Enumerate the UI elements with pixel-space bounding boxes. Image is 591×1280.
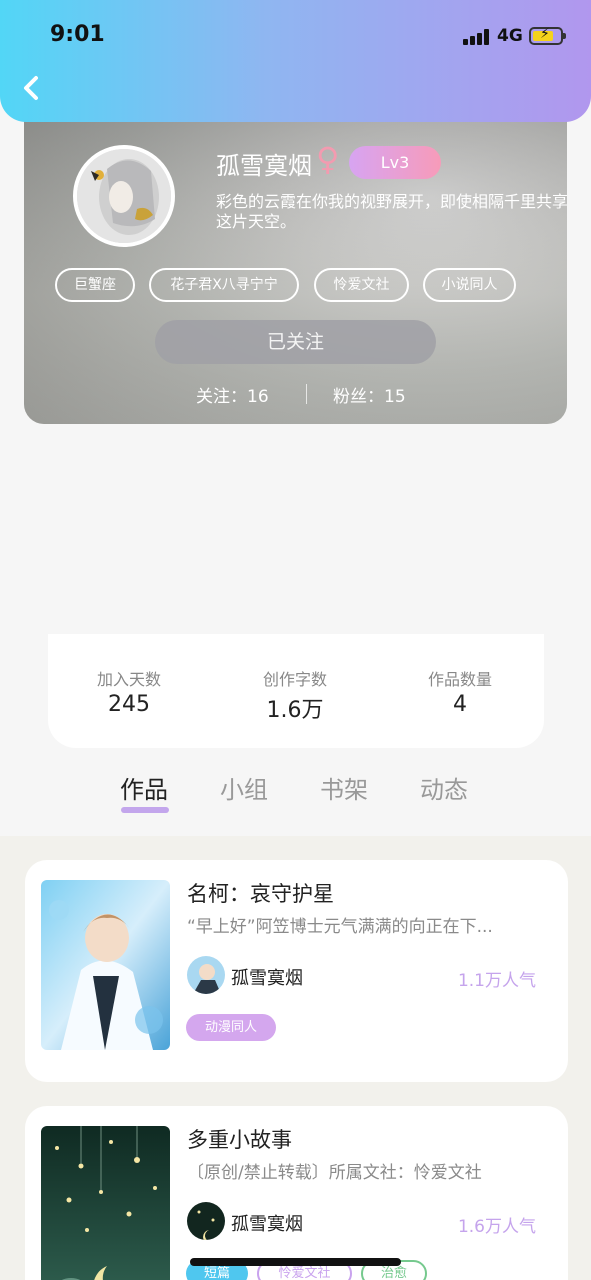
popularity: 1.1万人气	[457, 971, 536, 991]
following-stat[interactable]: 关注：16	[196, 382, 269, 407]
back-button[interactable]	[16, 70, 48, 106]
creation-stats-card: 加入天数 245 创作字数 1.6万 作品数量 4	[48, 634, 544, 748]
profile-page: 9:01 4G ⚡ 孤雪寞烟 ♀ Lv3 彩色的云霞在你我的视野展开，即使相隔千…	[0, 0, 591, 1280]
work-tag: 动漫同人	[186, 1014, 276, 1041]
status-time: 9:01	[50, 22, 105, 47]
network-type: 4G	[497, 26, 523, 46]
stat-works-count: 作品数量 4	[390, 666, 530, 717]
battery-icon: ⚡	[529, 26, 566, 45]
cover-image	[41, 1126, 170, 1280]
level-badge: Lv3	[349, 146, 441, 179]
bio: 彩色的云霞在你我的视野展开，即使相隔千里共享这片天空。	[216, 192, 567, 231]
tab-works[interactable]: 作品	[120, 770, 168, 805]
work-cover[interactable]	[41, 880, 170, 1050]
following-label: 关注：	[196, 387, 247, 407]
cover-image	[41, 880, 170, 1050]
work-title: 名柯：哀守护星	[187, 882, 334, 906]
divider	[306, 384, 307, 404]
follow-button[interactable]: 已关注	[155, 320, 436, 364]
author-avatar	[187, 956, 225, 994]
nickname: 孤雪寞烟	[216, 152, 312, 180]
work-summary: “早上好”阿笠博士元气满满的向正在下...	[187, 917, 493, 937]
tag-item[interactable]: 巨蟹座	[55, 268, 135, 302]
followers-label: 粉丝：	[333, 387, 384, 407]
work-summary: 〔原创/禁止转载〕所属文社：怜爱文社	[187, 1163, 482, 1183]
works-list: 名柯：哀守护星 “早上好”阿笠博士元气满满的向正在下... 孤雪寞烟 1.1万人…	[0, 836, 591, 1280]
stat-value: 1.6万	[266, 698, 324, 723]
author-name: 孤雪寞烟	[231, 968, 303, 989]
stat-value: 4	[453, 692, 467, 717]
stat-label: 创作字数	[262, 670, 327, 689]
work-title: 多重小故事	[187, 1128, 292, 1152]
home-indicator	[190, 1258, 401, 1266]
followers-count: 15	[384, 387, 406, 407]
stat-value: 245	[108, 692, 150, 717]
female-symbol-icon: ♀	[316, 140, 340, 178]
tab-bookshelf[interactable]: 书架	[320, 770, 368, 805]
stat-label: 作品数量	[427, 670, 492, 689]
tab-groups[interactable]: 小组	[220, 770, 268, 805]
header-bar: 9:01 4G ⚡	[0, 0, 591, 122]
profile-card: 孤雪寞烟 ♀ Lv3 彩色的云霞在你我的视野展开，即使相隔千里共享这片天空。 巨…	[24, 100, 567, 424]
tag-item[interactable]: 怜爱文社	[314, 268, 409, 302]
signal-icon	[463, 29, 491, 45]
author-name: 孤雪寞烟	[231, 1214, 303, 1235]
popularity: 1.6万人气	[457, 1217, 536, 1237]
work-card[interactable]: 名柯：哀守护星 “早上好”阿笠博士元气满满的向正在下... 孤雪寞烟 1.1万人…	[25, 860, 568, 1082]
stat-label: 加入天数	[96, 670, 161, 689]
profile-tabs: 作品 小组 书架 动态	[0, 764, 591, 834]
tab-activity[interactable]: 动态	[420, 770, 468, 805]
following-count: 16	[247, 387, 269, 407]
avatar-image	[77, 149, 171, 243]
stat-join-days: 加入天数 245	[59, 666, 199, 717]
chevron-left-icon	[24, 76, 38, 100]
work-card[interactable]: 多重小故事 〔原创/禁止转载〕所属文社：怜爱文社 孤雪寞烟 1.6万人气 短篇 …	[25, 1106, 568, 1280]
followers-stat[interactable]: 粉丝：15	[333, 382, 406, 407]
active-tab-indicator	[121, 807, 169, 813]
author-avatar	[187, 1202, 225, 1240]
avatar[interactable]	[73, 145, 175, 247]
follow-stats: 关注：16 粉丝：15	[24, 382, 567, 408]
tag-item[interactable]: 小说同人	[423, 268, 516, 302]
work-cover[interactable]	[41, 1126, 170, 1280]
stat-word-count: 创作字数 1.6万	[225, 666, 365, 724]
tag-item[interactable]: 花子君X八寻宁宁	[149, 268, 299, 302]
